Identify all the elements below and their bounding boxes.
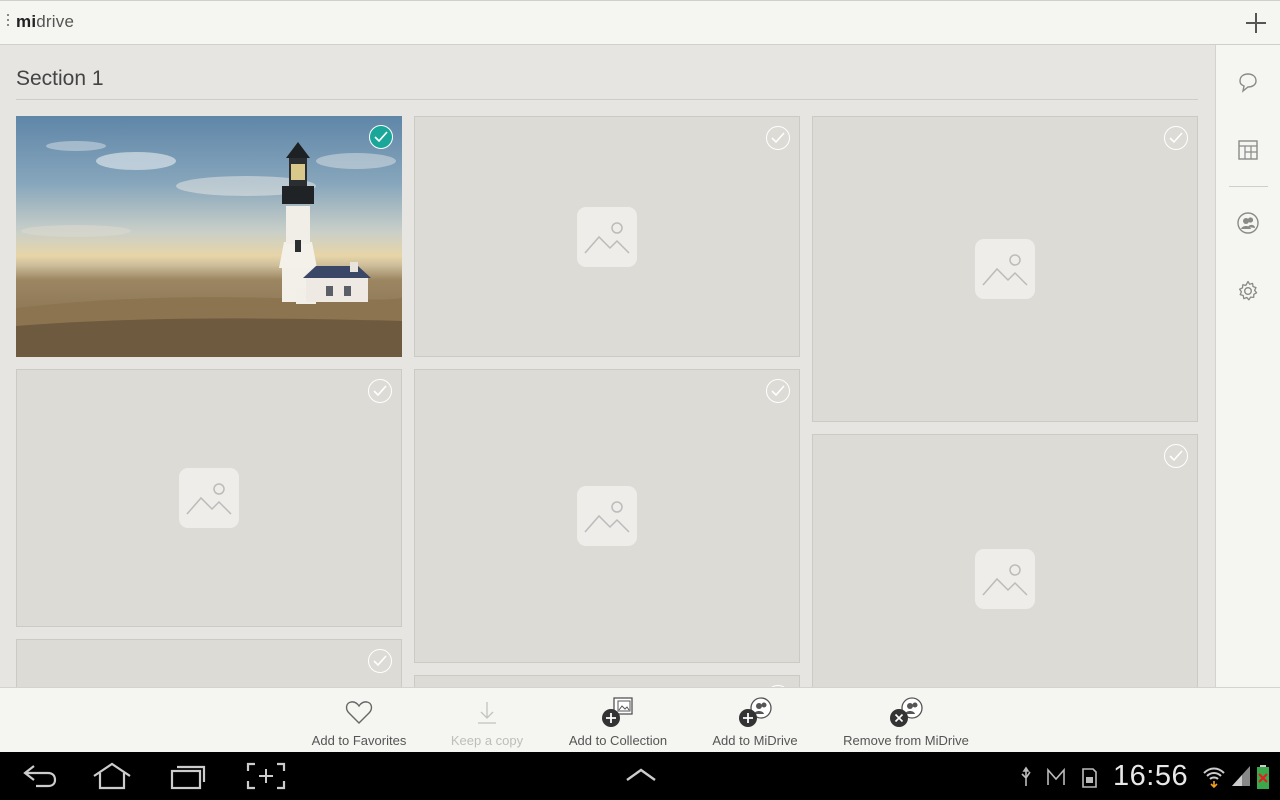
add-to-collection-button[interactable]: Add to Collection	[556, 688, 680, 753]
image-placeholder-icon	[975, 239, 1035, 299]
download-icon	[469, 696, 505, 728]
remove-from-midrive-button[interactable]: Remove from MiDrive	[832, 688, 980, 753]
screenshot-icon[interactable]	[246, 762, 286, 795]
home-icon[interactable]	[92, 762, 132, 795]
action-label: Remove from MiDrive	[843, 733, 969, 748]
photo-tile[interactable]	[16, 369, 402, 627]
action-label: Add to Collection	[568, 733, 668, 748]
action-label: Add to Favorites	[311, 733, 407, 748]
select-checkbox[interactable]	[1164, 126, 1188, 150]
gmail-icon	[1046, 767, 1066, 792]
system-navigation-bar: 16:56	[0, 752, 1280, 800]
add-to-midrive-button[interactable]: Add to MiDrive	[702, 688, 808, 753]
remove-midrive-icon	[888, 696, 924, 728]
section-divider	[16, 99, 1198, 100]
select-checkbox[interactable]	[369, 125, 393, 149]
app-logo: midrive	[16, 12, 75, 31]
rail-divider	[1229, 186, 1268, 187]
image-placeholder-icon	[577, 486, 637, 546]
overflow-menu-icon[interactable]	[6, 14, 10, 32]
up-arrow-icon[interactable]	[624, 766, 658, 789]
add-collection-icon	[600, 696, 636, 728]
layout-icon[interactable]	[1236, 138, 1260, 162]
section-title: Section 1	[16, 67, 104, 90]
image-placeholder-icon	[577, 206, 637, 267]
wifi-icon	[1202, 764, 1226, 793]
image-placeholder-icon	[975, 549, 1035, 609]
photo-tile[interactable]	[414, 675, 800, 687]
chat-icon[interactable]	[1236, 70, 1260, 94]
app-bar: midrive	[0, 0, 1280, 45]
select-checkbox[interactable]	[766, 379, 790, 403]
select-checkbox[interactable]	[1164, 444, 1188, 468]
main-content: Section 1	[0, 45, 1215, 687]
heart-icon	[341, 696, 377, 728]
battery-icon	[1256, 764, 1270, 795]
add-button[interactable]	[1244, 11, 1268, 35]
recents-icon[interactable]	[168, 762, 208, 795]
select-checkbox[interactable]	[368, 649, 392, 673]
photo-tile[interactable]	[16, 116, 402, 357]
people-icon[interactable]	[1236, 211, 1260, 235]
lighthouse-image	[16, 141, 402, 357]
gear-icon[interactable]	[1236, 279, 1260, 303]
add-to-favorites-button[interactable]: Add to Favorites	[300, 688, 418, 753]
photo-tile[interactable]	[812, 434, 1198, 687]
sd-card-icon	[1080, 767, 1098, 794]
photo-tile[interactable]	[414, 116, 800, 357]
image-placeholder-icon	[179, 468, 239, 528]
photo-tile[interactable]	[812, 116, 1198, 422]
plus-icon	[1246, 13, 1266, 33]
photo-tile[interactable]	[16, 639, 402, 687]
clock: 16:56	[1113, 760, 1189, 792]
keep-a-copy-button[interactable]: Keep a copy	[440, 688, 534, 753]
select-checkbox[interactable]	[368, 379, 392, 403]
right-rail	[1215, 45, 1280, 687]
add-midrive-icon	[737, 696, 773, 728]
usb-icon	[1016, 766, 1036, 793]
select-checkbox[interactable]	[766, 126, 790, 150]
photo-tile[interactable]	[414, 369, 800, 663]
action-bar: Add to Favorites Keep a copy Add to Coll…	[0, 687, 1280, 752]
back-icon[interactable]	[20, 762, 60, 795]
signal-icon	[1230, 764, 1252, 793]
action-label: Keep a copy	[450, 733, 524, 748]
action-label: Add to MiDrive	[712, 733, 798, 748]
